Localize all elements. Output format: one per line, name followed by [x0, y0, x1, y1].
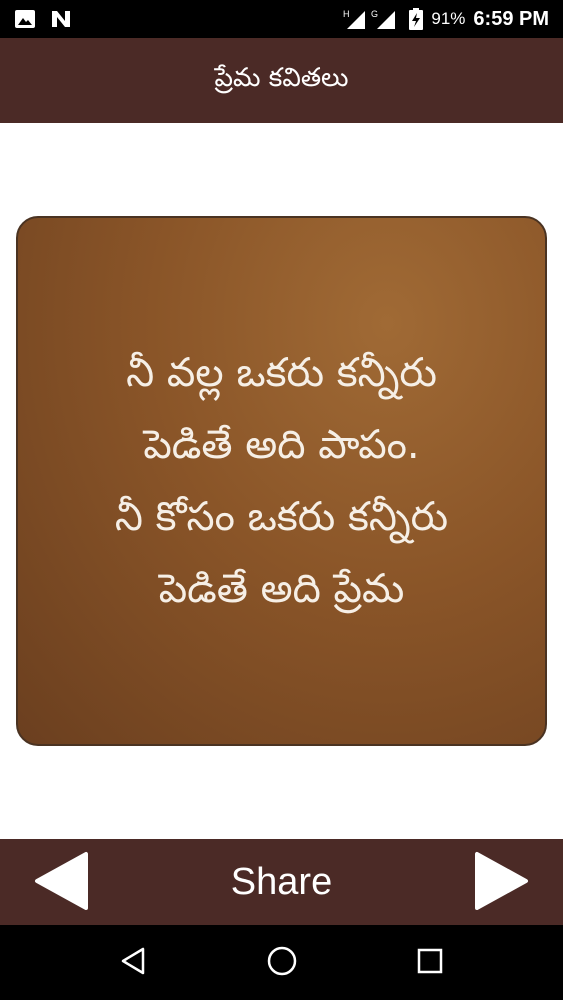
signal-icon: H G — [343, 8, 401, 30]
left-triangle-icon — [35, 851, 88, 910]
status-left — [14, 9, 72, 29]
home-button[interactable] — [266, 945, 298, 980]
next-button[interactable] — [473, 851, 529, 914]
network-h-label: H — [343, 9, 350, 19]
app-header: ప్రేమ కవితలు — [0, 38, 563, 123]
home-icon — [268, 946, 297, 976]
page-title: ప్రేమ కవితలు — [214, 62, 349, 93]
quote-text: నీ వల్ల ఒకరు కన్నీరు పెడితే అది పాపం. నీ… — [91, 337, 472, 625]
n-icon — [50, 9, 72, 29]
back-button[interactable] — [119, 946, 149, 979]
quote-line: పెడితే అది ప్రేమ — [158, 566, 405, 612]
quote-line: నీ వల్ల ఒకరు కన్నీరు — [126, 350, 437, 396]
battery-icon — [409, 8, 424, 30]
recents-button[interactable] — [416, 947, 444, 978]
previous-button[interactable] — [34, 851, 90, 914]
status-bar: H G 91% 6:59 PM — [0, 0, 563, 38]
status-right: H G 91% 6:59 PM — [343, 8, 549, 31]
quote-line: పెడితే అది పాపం. — [143, 422, 420, 468]
status-time: 6:59 PM — [473, 7, 549, 30]
android-nav-bar — [0, 925, 563, 1000]
quote-image: నీ వల్ల ఒకరు కన్నీరు పెడితే అది పాపం. నీ… — [16, 216, 547, 746]
back-icon — [121, 947, 145, 975]
quote-line: నీ కోసం ఒకరు కన్నీరు — [114, 494, 449, 540]
share-button[interactable]: Share — [231, 861, 332, 904]
recents-icon — [417, 948, 443, 974]
bottom-bar: Share — [0, 839, 563, 925]
battery-percent: 91% — [431, 9, 466, 28]
network-g-label: G — [371, 9, 378, 19]
right-triangle-icon — [475, 851, 528, 910]
image-icon — [14, 9, 36, 29]
content-area: నీ వల్ల ఒకరు కన్నీరు పెడితే అది పాపం. నీ… — [0, 123, 563, 839]
